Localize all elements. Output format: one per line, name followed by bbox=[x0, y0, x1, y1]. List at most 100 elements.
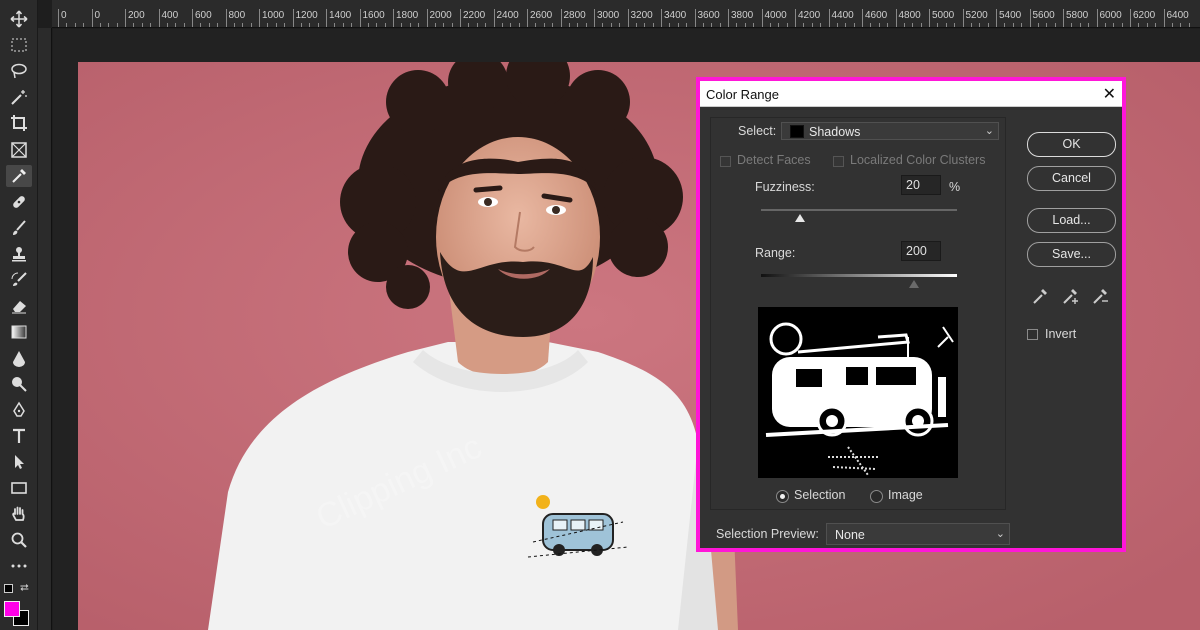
ruler-tick bbox=[359, 9, 361, 27]
eyedropper-icon[interactable] bbox=[6, 165, 32, 187]
ruler-minor-tick bbox=[987, 23, 989, 27]
history-brush-icon[interactable] bbox=[6, 269, 32, 291]
ruler-tick bbox=[728, 9, 729, 27]
eraser-icon[interactable] bbox=[6, 295, 32, 317]
ruler-minor-tick bbox=[711, 23, 713, 27]
ruler-minor-tick bbox=[912, 23, 914, 27]
cancel-button[interactable]: Cancel bbox=[1027, 166, 1116, 191]
ruler-minor-tick bbox=[719, 23, 721, 27]
ruler-label: 2800 bbox=[563, 10, 586, 21]
ruler-minor-tick bbox=[83, 23, 85, 27]
ruler-tick bbox=[761, 9, 763, 27]
magic-wand-icon[interactable] bbox=[6, 86, 32, 108]
select-dropdown[interactable]: Shadows ⌄ bbox=[781, 122, 999, 140]
move-icon[interactable] bbox=[6, 8, 32, 30]
ruler-minor-tick bbox=[568, 23, 570, 27]
invert-checkbox[interactable] bbox=[1027, 329, 1038, 340]
ruler-label: 2600 bbox=[530, 10, 553, 21]
selection-radio[interactable] bbox=[776, 490, 789, 503]
ruler-tick bbox=[1063, 9, 1064, 27]
ruler-minor-tick bbox=[275, 23, 277, 27]
ruler-label: 4000 bbox=[764, 10, 787, 21]
ruler-tick bbox=[895, 9, 897, 27]
default-colors-icon[interactable] bbox=[4, 584, 13, 593]
eyedropper-icon[interactable] bbox=[1030, 286, 1050, 306]
ruler-tick bbox=[929, 9, 930, 27]
marquee-icon[interactable] bbox=[6, 34, 32, 56]
range-slider-thumb[interactable] bbox=[908, 280, 919, 288]
eyedropper-minus-icon[interactable] bbox=[1090, 286, 1110, 306]
ruler-minor-tick bbox=[1088, 23, 1090, 27]
fuzziness-slider-track[interactable] bbox=[761, 209, 957, 211]
more-tools-icon[interactable] bbox=[6, 555, 32, 577]
ruler-tick bbox=[862, 9, 863, 27]
lasso-icon[interactable] bbox=[6, 60, 32, 82]
ruler-minor-tick bbox=[1037, 23, 1039, 27]
healing-brush-icon[interactable] bbox=[6, 191, 32, 213]
ok-button[interactable]: OK bbox=[1027, 132, 1116, 157]
ruler-minor-tick bbox=[384, 23, 386, 27]
ruler-minor-tick bbox=[501, 23, 503, 27]
ruler-minor-tick bbox=[652, 23, 654, 27]
selection-preview-value: None bbox=[835, 528, 865, 542]
detect-faces-checkbox[interactable] bbox=[720, 156, 731, 167]
image-radio[interactable] bbox=[870, 490, 883, 503]
range-input[interactable]: 200 bbox=[901, 241, 941, 261]
ruler-label: 5600 bbox=[1032, 10, 1055, 21]
dialog-title-bar[interactable]: Color Range ✕ bbox=[700, 81, 1122, 107]
eyedropper-plus-icon[interactable] bbox=[1060, 286, 1080, 306]
pen-icon[interactable] bbox=[6, 399, 32, 421]
swap-colors-icon[interactable]: ⮂ bbox=[20, 582, 29, 595]
ruler-minor-tick bbox=[242, 23, 244, 27]
path-selection-icon[interactable] bbox=[6, 451, 32, 473]
range-slider-track[interactable] bbox=[761, 274, 957, 277]
zoom-icon[interactable] bbox=[6, 529, 32, 551]
ruler-minor-tick bbox=[979, 23, 981, 27]
ruler-minor-tick bbox=[1155, 23, 1157, 27]
ruler-minor-tick bbox=[317, 23, 319, 27]
load-button[interactable]: Load... bbox=[1027, 208, 1116, 233]
ruler-minor-tick bbox=[786, 23, 788, 27]
ruler-tick bbox=[627, 9, 629, 27]
ruler-minor-tick bbox=[510, 23, 512, 27]
ruler-minor-tick bbox=[284, 23, 286, 27]
fuzziness-input[interactable]: 20 bbox=[901, 175, 941, 195]
ruler-minor-tick bbox=[887, 23, 889, 27]
ruler-tick bbox=[225, 9, 227, 27]
color-swatch bbox=[790, 125, 804, 138]
clone-stamp-icon[interactable] bbox=[6, 243, 32, 265]
ruler-minor-tick bbox=[878, 23, 880, 27]
ruler-minor-tick bbox=[468, 23, 470, 27]
photoshop-window: 0 0 200 400 600 800 1000 1200 1400 1600 1800 2000 22… bbox=[0, 0, 1200, 630]
frame-icon[interactable] bbox=[6, 139, 32, 161]
ruler-tick bbox=[560, 9, 562, 27]
ruler-label: 3400 bbox=[664, 10, 687, 21]
crop-icon[interactable] bbox=[6, 112, 32, 134]
ruler-tick bbox=[594, 9, 595, 27]
close-icon[interactable]: ✕ bbox=[1103, 84, 1116, 104]
foreground-color-swatch[interactable] bbox=[4, 601, 20, 617]
type-icon[interactable] bbox=[6, 425, 32, 447]
ruler-tick bbox=[962, 9, 964, 27]
gradient-icon[interactable] bbox=[6, 321, 32, 343]
blur-icon[interactable] bbox=[6, 347, 32, 369]
selection-preview-dropdown[interactable]: None ⌄ bbox=[826, 523, 1010, 545]
brush-icon[interactable] bbox=[6, 217, 32, 239]
ruler-minor-tick bbox=[577, 23, 579, 27]
ruler-label: 4600 bbox=[865, 10, 888, 21]
save-button[interactable]: Save... bbox=[1027, 242, 1116, 267]
ruler-minor-tick bbox=[150, 23, 152, 27]
localized-clusters-checkbox[interactable] bbox=[833, 156, 844, 167]
ruler-label: 5200 bbox=[965, 10, 988, 21]
ruler-label: 2000 bbox=[429, 10, 452, 21]
ruler-label: 5000 bbox=[932, 10, 955, 21]
ruler-tick bbox=[58, 9, 59, 27]
ruler-minor-tick bbox=[1171, 23, 1173, 27]
rectangle-icon[interactable] bbox=[6, 477, 32, 499]
hand-icon[interactable] bbox=[6, 503, 32, 525]
ruler-minor-tick bbox=[903, 23, 905, 27]
ruler-tick bbox=[393, 9, 394, 27]
dodge-icon[interactable] bbox=[6, 373, 32, 395]
fuzziness-slider-thumb[interactable] bbox=[795, 214, 806, 222]
ruler-minor-tick bbox=[1188, 23, 1190, 27]
